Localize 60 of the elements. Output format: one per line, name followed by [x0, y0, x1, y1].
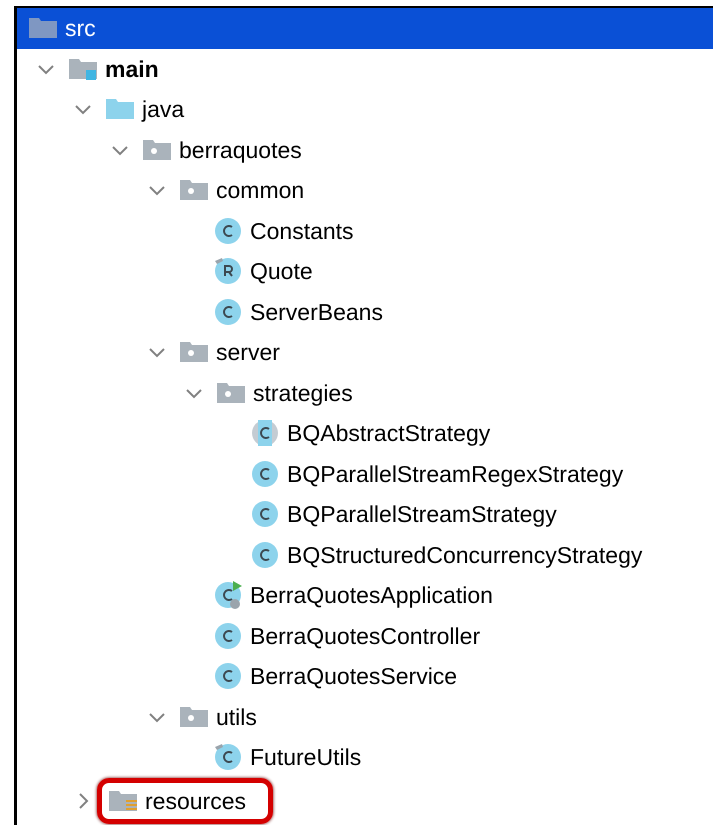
- tree-item-label[interactable]: server: [216, 335, 280, 370]
- class-icon: [250, 499, 280, 530]
- tree-row[interactable]: resources: [17, 778, 713, 824]
- tree-item-label[interactable]: BQParallelStreamRegexStrategy: [287, 456, 624, 491]
- tree-row[interactable]: FutureUtils: [17, 737, 713, 778]
- tree-row[interactable]: Constants: [17, 210, 713, 251]
- class-icon: [250, 458, 280, 489]
- package-icon: [179, 340, 209, 364]
- tree-row[interactable]: BQParallelStreamStrategy: [17, 494, 713, 534]
- tree-row[interactable]: berraquotes: [17, 130, 713, 170]
- package-icon: [179, 178, 209, 202]
- tree-row[interactable]: BQParallelStreamRegexStrategy: [17, 454, 713, 494]
- tree-item-label[interactable]: BerraQuotesService: [250, 659, 458, 694]
- tree-row[interactable]: common: [17, 170, 713, 210]
- resources-folder-icon: [108, 788, 138, 813]
- tree-row[interactable]: BerraQuotesApplication: [17, 575, 713, 616]
- class-icon: [213, 296, 243, 327]
- tree-row[interactable]: ServerBeans: [17, 292, 713, 332]
- folder-icon: [28, 16, 58, 40]
- pinned-class-icon: [213, 742, 243, 772]
- tree-row[interactable]: utils: [17, 696, 713, 737]
- tree-item-label[interactable]: BQStructuredConcurrencyStrategy: [287, 538, 642, 572]
- tree-item-label[interactable]: BQParallelStreamStrategy: [287, 497, 557, 532]
- tree-item-label[interactable]: src: [65, 11, 96, 46]
- tree-row[interactable]: BerraQuotesService: [17, 656, 713, 696]
- tree-item-label[interactable]: main: [105, 52, 159, 86]
- class-icon: [213, 216, 243, 246]
- package-icon: [179, 704, 209, 729]
- tree-item-label[interactable]: Quote: [250, 254, 313, 288]
- tree-item-label[interactable]: berraquotes: [179, 132, 302, 167]
- tree-item-label[interactable]: BerraQuotesApplication: [250, 578, 493, 612]
- package-icon: [142, 138, 172, 162]
- class-icon: [250, 540, 280, 570]
- class-icon: [213, 661, 243, 692]
- tree-row[interactable]: main: [17, 48, 713, 89]
- tree-item-label[interactable]: strategies: [253, 376, 353, 410]
- tree-row[interactable]: Quote: [17, 251, 713, 292]
- tree-item-label[interactable]: FutureUtils: [250, 740, 362, 774]
- tree-item-label[interactable]: BerraQuotesController: [250, 618, 480, 653]
- tree-item-label[interactable]: Constants: [250, 214, 354, 248]
- package-icon: [216, 380, 246, 405]
- tree-item-label[interactable]: java: [142, 92, 184, 126]
- tree-row[interactable]: BerraQuotesController: [17, 616, 713, 656]
- tree-row[interactable]: java: [17, 89, 713, 130]
- module-folder-icon: [68, 56, 98, 81]
- folder-icon: [105, 97, 135, 122]
- tree-item-label[interactable]: utils: [216, 700, 257, 734]
- tree-row[interactable]: BQAbstractStrategy: [17, 413, 713, 454]
- tree-row[interactable]: server: [17, 332, 713, 372]
- runnable-class-icon: [213, 580, 243, 610]
- tree-item-label[interactable]: BQAbstractStrategy: [287, 416, 490, 450]
- abstract-class-icon: [250, 418, 280, 448]
- tree-row[interactable]: strategies: [17, 372, 713, 413]
- tree-row[interactable]: src: [17, 8, 713, 48]
- tree-item-label[interactable]: common: [216, 173, 304, 208]
- tree-item-label[interactable]: ServerBeans: [250, 294, 383, 329]
- tree-row[interactable]: BQStructuredConcurrencyStrategy: [17, 534, 713, 575]
- record-icon: [213, 256, 243, 286]
- class-icon: [213, 620, 243, 651]
- tree-item-label[interactable]: resources: [145, 784, 246, 818]
